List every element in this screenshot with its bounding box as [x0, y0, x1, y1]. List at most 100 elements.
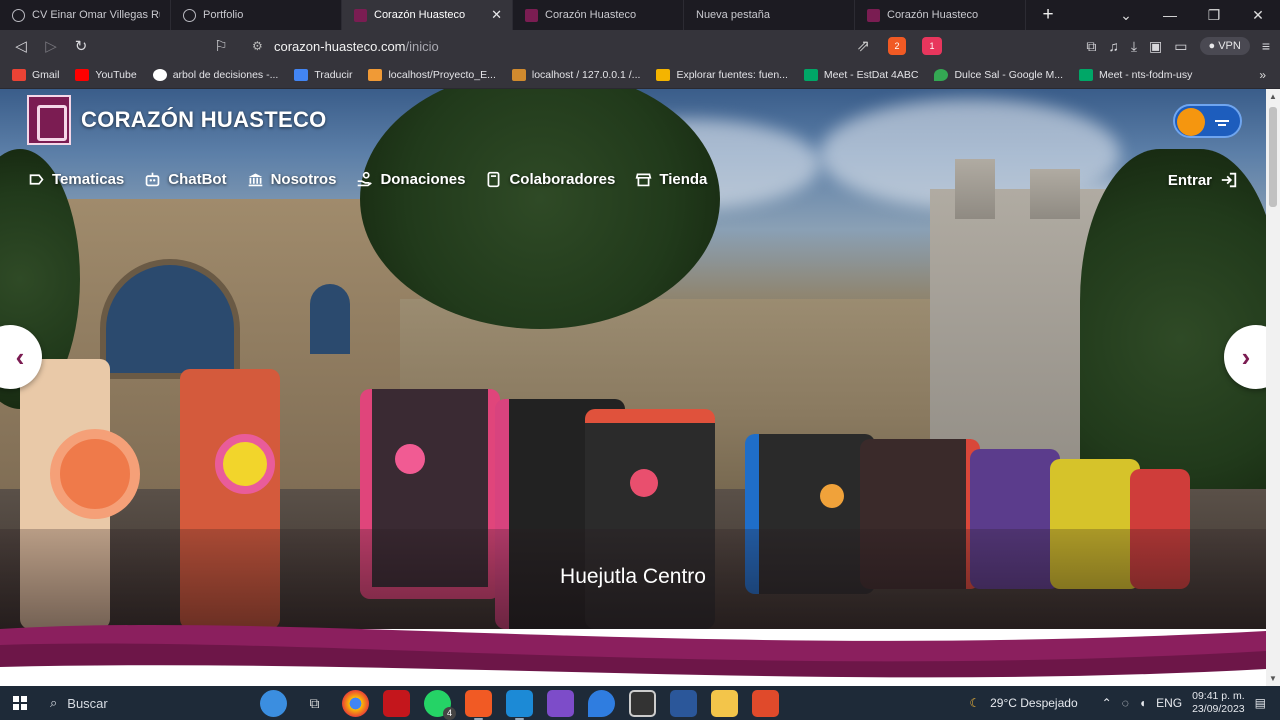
brave-app-icon[interactable] [465, 689, 492, 720]
bookmark-youtube[interactable]: YouTube [75, 69, 137, 81]
vpn-button[interactable]: ● VPN [1199, 37, 1250, 55]
visual-studio-app-icon[interactable] [547, 689, 574, 717]
bookmarks-overflow-icon[interactable]: » [1259, 68, 1266, 82]
site-header: CORAZÓN HUASTECO [27, 95, 327, 145]
youtube-icon [75, 69, 90, 81]
notes-app-icon[interactable] [629, 689, 656, 717]
tray-overflow-icon[interactable]: ⌃ [1102, 696, 1112, 710]
tab-corazon-huasteco-2[interactable]: Corazón Huasteco [513, 0, 684, 30]
bookmark-gmail[interactable]: Gmail [12, 69, 59, 81]
system-tray: ☾ 29°C Despejado ⌃ ◌ ◖ ENG 09:41 p. m. 2… [969, 686, 1280, 720]
task-view-icon[interactable]: ⧉ [301, 690, 328, 717]
office-app-icon[interactable] [752, 689, 779, 717]
bookmark-icon[interactable]: ⚐ [206, 37, 236, 55]
brand-name[interactable]: CORAZÓN HUASTECO [81, 107, 327, 133]
vscode-app-icon[interactable] [506, 689, 533, 720]
brave-rewards-icon[interactable]: 1 [922, 37, 942, 55]
close-tab-icon[interactable]: ✕ [491, 7, 502, 23]
site-logo-icon [867, 8, 880, 22]
bookmark-dulce-sal[interactable]: Dulce Sal - Google M... [934, 69, 1063, 81]
tab-new-tab[interactable]: Nueva pestaña [684, 0, 855, 30]
login-button[interactable]: Entrar [1168, 171, 1238, 189]
tab-corazon-huasteco-3[interactable]: Corazón Huasteco [855, 0, 1026, 30]
bookmark-localhost-proyecto[interactable]: localhost/Proyecto_E... [368, 69, 496, 81]
chevron-right-icon: › [1241, 341, 1251, 372]
downloads-icon[interactable]: ⤓ [1131, 38, 1137, 55]
maximize-button[interactable]: ❐ [1192, 7, 1236, 24]
xampp-icon [368, 69, 383, 81]
weather-text[interactable]: 29°C Despejado [990, 696, 1078, 710]
globe-icon [183, 8, 196, 22]
nav-colaboradores[interactable]: Colaboradores [485, 171, 615, 188]
donate-icon [358, 171, 373, 187]
browser-toolbar: ◁ ▷ ↻ ⚐ corazon-huasteco.com/inicio ⚙ ⇗ … [0, 30, 1280, 62]
media-icon[interactable]: ♫ [1108, 38, 1119, 54]
language-indicator[interactable]: ENG [1156, 696, 1182, 710]
nav-tienda[interactable]: Tienda [635, 171, 707, 188]
meet-icon [803, 69, 818, 81]
moon-weather-icon: ☾ [969, 696, 981, 710]
windows-taskbar: ⌕ Buscar ⧉ 4 ☾ 29°C Despejado ⌃ ◌ ◖ ENG … [0, 686, 1280, 720]
sidebar-icon[interactable]: ▣ [1149, 38, 1162, 55]
url-domain: corazon-huasteco.com [274, 38, 406, 54]
browser-tab-bar: CV Einar Omar Villegas Ruiz.pdf Portfoli… [0, 0, 1280, 30]
sun-icon [1177, 108, 1205, 136]
bookmarks-bar: Gmail YouTube arbol de decisiones -... T… [0, 62, 1280, 89]
wallet-icon[interactable]: ▭ [1174, 38, 1187, 55]
site-logo[interactable] [27, 95, 71, 145]
widgets-app-icon[interactable] [260, 689, 287, 717]
share-icon[interactable]: ⇗ [857, 36, 870, 56]
network-icon[interactable]: ◌ [1122, 696, 1129, 710]
notifications-icon[interactable]: ▤ [1255, 696, 1266, 710]
bookmark-arbol[interactable]: arbol de decisiones -... [152, 69, 278, 81]
globe-icon [12, 8, 25, 22]
file-explorer-app-icon[interactable] [711, 689, 738, 717]
nav-nosotros[interactable]: Nosotros [247, 171, 336, 188]
minimize-button[interactable]: — [1148, 7, 1192, 23]
bookmark-traducir[interactable]: Traducir [294, 69, 352, 81]
search-icon: ⌕ [50, 695, 58, 710]
tab-corazon-huasteco-active[interactable]: Corazón Huasteco ✕ [342, 0, 513, 30]
address-bar[interactable]: corazon-huasteco.com/inicio ⚙ ⇗ 2 1 [242, 33, 950, 59]
scroll-thumb[interactable] [1269, 107, 1277, 207]
id-badge-icon [488, 171, 500, 188]
brave-shield-icon[interactable]: 2 [888, 37, 906, 55]
bookmark-localhost-phpmyadmin[interactable]: localhost / 127.0.0.1 /... [511, 69, 640, 81]
web-page: Huejutla Centro CORAZÓN HUASTECO Tematic… [0, 89, 1266, 686]
theme-toggle[interactable] [1173, 104, 1242, 138]
whatsapp-app-icon[interactable]: 4 [424, 689, 456, 720]
red-app-icon[interactable] [383, 689, 410, 717]
close-window-button[interactable]: ✕ [1236, 7, 1280, 24]
extensions-icon[interactable]: ⧉ [1086, 38, 1096, 55]
main-nav: Tematicas ChatBot Nosotros Donaciones Co… [28, 171, 707, 188]
start-button[interactable] [0, 696, 40, 710]
nav-tematicas[interactable]: Tematicas [28, 171, 124, 188]
tab-cv-pdf[interactable]: CV Einar Omar Villegas Ruiz.pdf [0, 0, 171, 30]
tab-search-chevron-icon[interactable]: ⌄ [1104, 7, 1148, 24]
chrome-app-icon[interactable] [342, 689, 369, 717]
clock[interactable]: 09:41 p. m. 23/09/2023 [1192, 690, 1245, 716]
bookmark-explorar-fuentes[interactable]: Explorar fuentes: fuen... [656, 69, 788, 81]
scroll-up-icon[interactable]: ▲ [1266, 92, 1280, 101]
scroll-down-icon[interactable]: ▼ [1266, 674, 1280, 683]
page-scrollbar[interactable]: ▲ ▼ [1266, 89, 1280, 686]
chevron-left-icon: ‹ [15, 341, 25, 372]
forward-icon[interactable]: ▷ [36, 37, 66, 55]
new-tab-button[interactable]: + [1026, 0, 1070, 30]
nav-chatbot[interactable]: ChatBot [144, 171, 227, 188]
nav-donaciones[interactable]: Donaciones [356, 171, 465, 188]
back-icon[interactable]: ◁ [6, 37, 36, 55]
phpmyadmin-icon [511, 69, 526, 81]
gmail-icon [12, 69, 26, 81]
bookmark-meet-estdat[interactable]: Meet - EstDat 4ABC [803, 69, 918, 81]
bookmark-meet-nts[interactable]: Meet - nts-fodm-usy [1079, 69, 1192, 81]
menu-icon[interactable]: ≡ [1262, 38, 1270, 54]
volume-icon[interactable]: ◖ [1139, 696, 1146, 710]
tab-portfolio[interactable]: Portfolio [171, 0, 342, 30]
site-logo-icon [525, 8, 538, 22]
maps-app-icon[interactable] [588, 689, 615, 717]
reload-icon[interactable]: ↻ [66, 37, 96, 55]
word-app-icon[interactable] [670, 689, 697, 717]
taskbar-search[interactable]: ⌕ Buscar [40, 686, 210, 720]
site-info-icon[interactable]: ⚙ [252, 39, 263, 53]
